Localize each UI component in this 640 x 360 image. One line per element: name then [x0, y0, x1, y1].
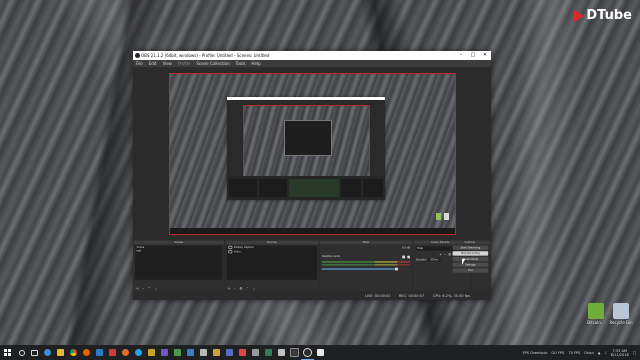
app-icon[interactable]	[184, 345, 197, 360]
preview-taskbar	[170, 228, 455, 234]
mixer-track-db: 0.0 dB	[401, 246, 411, 250]
app-icon[interactable]	[236, 345, 249, 360]
mixer-gear-icon[interactable]	[407, 255, 411, 259]
app-icon[interactable]	[249, 345, 262, 360]
edge-browser-icon[interactable]	[41, 345, 54, 360]
sources-dock-title: Sources	[225, 240, 319, 245]
dtube-logo: DTube	[574, 8, 632, 23]
app-icon[interactable]	[158, 345, 171, 360]
app-icon[interactable]	[197, 345, 210, 360]
desktop-icon-label: Bitcoin...	[587, 320, 605, 325]
notifications-icon[interactable]: □	[633, 351, 636, 355]
app-icon[interactable]	[262, 345, 275, 360]
obs-statusbar: LIVE: 00:00:00 REC: 00:00:07 CPU: 6.2%, …	[133, 291, 491, 300]
live-timer: LIVE: 00:00:00	[365, 294, 391, 298]
tray-item[interactable]: GO FPS	[551, 351, 564, 355]
bitcoin-app-icon	[588, 303, 604, 319]
source-label: Display Capture	[233, 245, 254, 249]
tray-item[interactable]: Orion	[584, 351, 594, 355]
desktop-icon-recycle-bin[interactable]: Recycle Bin	[604, 303, 638, 325]
chrome-icon[interactable]	[67, 345, 80, 360]
scenes-dock: Scenes Scene test + – ⌃ ⌄	[133, 240, 224, 293]
mixer-dock-title: Mixer	[319, 240, 413, 245]
mail-icon[interactable]	[93, 345, 106, 360]
cpu-fps-status: CPU: 6.2%, 30.00 fps	[433, 294, 470, 298]
visibility-eye-icon[interactable]	[228, 245, 233, 250]
file-explorer-icon[interactable]	[54, 345, 67, 360]
visibility-eye-icon[interactable]	[228, 249, 233, 254]
mixer-dock: Mixer Desktop Audio 0.0 dB	[319, 240, 413, 293]
app-icon[interactable]	[314, 345, 327, 360]
audio-meter	[321, 261, 411, 263]
stop-recording-button[interactable]: Stop Recording	[452, 251, 489, 256]
app-icon[interactable]	[223, 345, 236, 360]
volume-icon[interactable]: ♪	[605, 351, 607, 355]
network-icon[interactable]: ▲	[598, 351, 601, 355]
clock-date: 8/11/2018	[610, 352, 629, 357]
app-icon[interactable]	[288, 345, 301, 360]
sources-list[interactable]: Display Capture Orion	[226, 245, 317, 280]
duration-input[interactable]: 300ms	[427, 258, 441, 262]
scenes-list[interactable]: Scene test	[135, 245, 223, 280]
exit-button[interactable]: Exit	[452, 268, 489, 273]
system-tray: FPS Overclock GO FPS 75 FPS Orion ▲ ♪ 7:…	[523, 345, 636, 360]
add-transition-button[interactable]: +	[439, 253, 442, 257]
obs-taskbar-icon[interactable]	[301, 345, 314, 360]
skype-icon[interactable]	[132, 345, 145, 360]
recycle-bin-icon	[613, 303, 629, 319]
remove-transition-button[interactable]: –	[444, 253, 446, 257]
app-icon[interactable]	[210, 345, 223, 360]
speaker-mute-icon[interactable]	[402, 255, 406, 259]
dtube-logo-text: DTube	[586, 8, 632, 23]
start-streaming-button[interactable]: Start Streaming	[452, 245, 489, 250]
source-item[interactable]: Orion	[227, 249, 317, 254]
mixer-track-name: Desktop Audio	[321, 254, 341, 258]
dtube-play-icon	[574, 9, 585, 22]
firefox-icon[interactable]	[80, 345, 93, 360]
duration-label: Duration	[415, 258, 427, 262]
audio-meter	[321, 264, 411, 266]
tray-item[interactable]: 75 FPS	[568, 351, 580, 355]
start-button[interactable]	[0, 345, 15, 360]
transition-gear-icon[interactable]: ⚙	[448, 253, 451, 257]
transition-duration: Duration 300ms	[415, 258, 441, 262]
app-icon[interactable]	[145, 345, 158, 360]
desktop-icon-label: Recycle Bin	[609, 320, 633, 325]
controls-dock-title: Controls	[449, 240, 491, 245]
task-view-icon[interactable]	[28, 345, 41, 360]
app-icon[interactable]	[275, 345, 288, 360]
tray-item[interactable]: FPS Overclock	[523, 351, 548, 355]
obs-window: OBS 21.1.2 (64bit, windows) - Profile: U…	[133, 51, 491, 300]
scenes-dock-title: Scenes	[133, 240, 224, 245]
mouse-cursor-icon	[462, 259, 465, 265]
store-icon[interactable]	[106, 345, 119, 360]
scene-item[interactable]: test	[135, 249, 222, 253]
clock[interactable]: 7:33 AM 8/11/2018	[611, 349, 629, 357]
source-label: Orion	[233, 249, 241, 253]
media-player-icon[interactable]	[119, 345, 132, 360]
settings-button[interactable]: Settings	[452, 262, 489, 267]
studio-mode-button[interactable]: Studio Mode	[452, 256, 489, 262]
mixer-track: Desktop Audio 0.0 dB	[321, 246, 411, 271]
rec-timer: REC: 00:00:07	[399, 294, 425, 298]
app-icon[interactable]	[171, 345, 184, 360]
taskbar: FPS Overclock GO FPS 75 FPS Orion ▲ ♪ 7:…	[0, 345, 640, 360]
sources-dock: Sources Display Capture Orion + – ⚙ ⌃ ⌄	[225, 240, 319, 293]
volume-slider[interactable]	[321, 267, 399, 271]
windows-logo-icon	[4, 349, 11, 356]
search-icon[interactable]	[15, 345, 28, 360]
